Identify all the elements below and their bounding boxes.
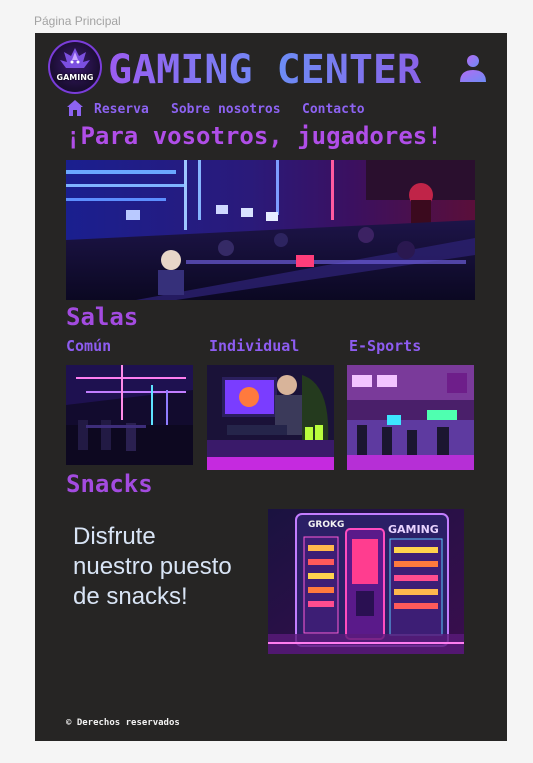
logo-text: GAMING (56, 73, 94, 82)
page-frame: GAMING GAMING CENTER Reserva Sobre nosot… (35, 33, 507, 741)
nav-link-sobre-nosotros[interactable]: Sobre nosotros (171, 102, 281, 117)
nav-link-reserva[interactable]: Reserva (94, 102, 149, 117)
machine-brand: GAMING (388, 523, 439, 536)
room-title-esports: E-Sports (349, 337, 422, 355)
rooms-heading: Salas (66, 303, 139, 331)
machine-logo: GROKG (308, 520, 344, 530)
nav-link-contacto[interactable]: Contacto (302, 102, 365, 117)
room-title-individual: Individual (209, 337, 300, 355)
hero-heading: ¡Para vosotros, jugadores! (66, 122, 442, 150)
esports-room-image[interactable] (347, 365, 474, 470)
snacks-heading: Snacks (66, 470, 153, 498)
common-room-image[interactable] (66, 365, 193, 465)
user-icon[interactable] (457, 52, 489, 88)
room-title-comun: Común (66, 337, 112, 355)
frame-label: Página Principal (34, 14, 121, 28)
site-title: GAMING CENTER (108, 43, 421, 97)
snack-machine-image[interactable]: GROKG GAMING (268, 509, 464, 654)
snacks-description: Disfrute nuestro puesto de snacks! (73, 523, 232, 610)
individual-room-image[interactable] (207, 365, 334, 470)
gaming-room-image (66, 160, 475, 300)
footer-copyright: © Derechos reservados (66, 718, 180, 728)
logo-emblem-icon (60, 48, 90, 68)
logo[interactable]: GAMING (48, 40, 102, 94)
home-icon[interactable] (66, 99, 84, 121)
